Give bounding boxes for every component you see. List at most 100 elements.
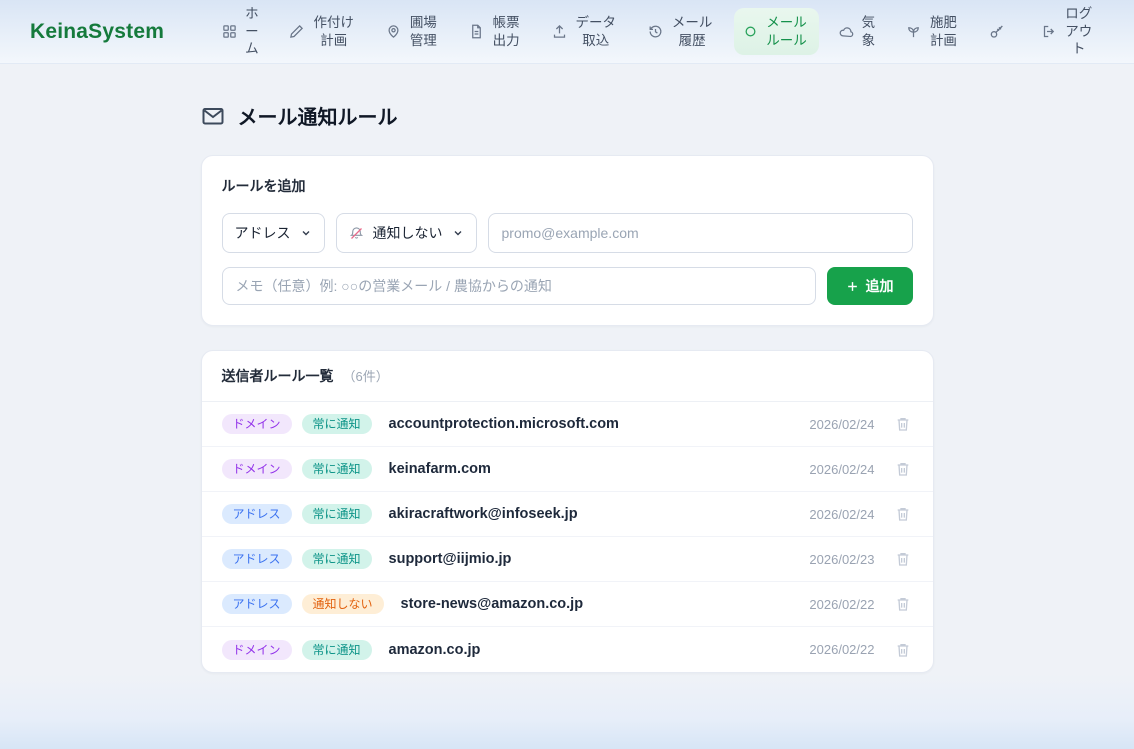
nav-item-label: 施肥計画 <box>928 14 959 49</box>
rule-action-badge: 通知しない <box>302 594 384 614</box>
nav-item-mail-rules[interactable]: メールルール <box>734 8 819 55</box>
rule-action-badge: 常に通知 <box>302 549 372 569</box>
nav-item-report-output[interactable]: 帳票出力 <box>459 8 532 55</box>
rule-row: ドメイン 常に通知 accountprotection.microsoft.co… <box>202 402 933 447</box>
dashboard-icon <box>222 24 237 39</box>
nav-item-weather[interactable]: 気象 <box>829 8 887 55</box>
page-title-text: メール通知ルール <box>238 101 398 130</box>
nav-item-label: 作付け計画 <box>311 14 356 49</box>
trash-icon <box>895 551 911 567</box>
rule-date: 2026/02/23 <box>809 552 874 567</box>
page-title: メール通知ルール <box>201 101 934 130</box>
main-content: メール通知ルール ルールを追加 アドレス 通知しない <box>201 101 934 673</box>
rule-row: ドメイン 常に通知 amazon.co.jp 2026/02/22 <box>202 627 933 672</box>
bell-muted-icon <box>349 226 364 241</box>
rule-row: アドレス 常に通知 akiracraftwork@infoseek.jp 202… <box>202 492 933 537</box>
map-pin-icon <box>386 24 401 39</box>
nav-item-home[interactable]: ホーム <box>212 0 270 64</box>
rule-type-value: アドレス <box>235 223 291 243</box>
rule-action-badge: 常に通知 <box>302 414 372 434</box>
rule-pattern: support@iijmio.jp <box>389 551 800 567</box>
rules-list-count: （6件） <box>343 366 389 385</box>
rule-type-badge: アドレス <box>222 549 292 569</box>
chevron-down-icon <box>452 227 464 239</box>
rule-date: 2026/02/24 <box>809 462 874 477</box>
rule-action-badge: 常に通知 <box>302 640 372 660</box>
rule-type-select[interactable]: アドレス <box>222 213 325 253</box>
delete-rule-button[interactable] <box>893 414 913 434</box>
rule-action-select[interactable]: 通知しない <box>336 213 477 253</box>
rule-type-badge: アドレス <box>222 504 292 524</box>
trash-icon <box>895 642 911 658</box>
nav-item-planting-plan[interactable]: 作付け計画 <box>279 8 366 55</box>
top-navigation: KeinaSystem ホーム 作付け計画 圃場管理 帳票出力 <box>0 0 1134 64</box>
rule-row: アドレス 通知しない store-news@amazon.co.jp 2026/… <box>202 582 933 627</box>
pencil-icon <box>289 24 304 39</box>
nav-item-password-key[interactable] <box>979 18 1022 46</box>
rule-action-value: 通知しない <box>373 223 443 243</box>
email-pattern-input[interactable] <box>488 213 913 253</box>
nav-item-field-management[interactable]: 圃場管理 <box>376 8 449 55</box>
plus-icon <box>846 280 859 293</box>
rule-date: 2026/02/24 <box>809 417 874 432</box>
key-icon <box>989 24 1005 40</box>
nav-item-label: 帳票出力 <box>491 14 522 49</box>
rules-list-body: ドメイン 常に通知 accountprotection.microsoft.co… <box>202 402 933 672</box>
sprout-icon <box>906 24 921 39</box>
rule-date: 2026/02/22 <box>809 642 874 657</box>
add-rule-row-2: 追加 <box>222 267 913 305</box>
add-rule-button[interactable]: 追加 <box>827 267 913 305</box>
rule-action-badge: 常に通知 <box>302 459 372 479</box>
rule-pattern: amazon.co.jp <box>389 642 800 658</box>
rule-pattern: keinafarm.com <box>389 461 800 477</box>
brand-logo[interactable]: KeinaSystem <box>30 20 164 44</box>
delete-rule-button[interactable] <box>893 594 913 614</box>
nav-item-logout[interactable]: ログアウト <box>1032 0 1104 64</box>
nav-item-data-import[interactable]: データ取込 <box>542 8 629 55</box>
rule-type-badge: ドメイン <box>222 414 292 434</box>
nav-item-label: ホーム <box>244 5 260 58</box>
delete-rule-button[interactable] <box>893 640 913 660</box>
rules-list-title: 送信者ルール一覧 <box>222 366 334 386</box>
history-icon <box>648 24 663 39</box>
rule-date: 2026/02/24 <box>809 507 874 522</box>
trash-icon <box>895 596 911 612</box>
rule-pattern: akiracraftwork@infoseek.jp <box>389 506 800 522</box>
logout-icon <box>1042 24 1057 39</box>
rule-action-badge: 常に通知 <box>302 504 372 524</box>
nav-item-label: ログアウト <box>1064 5 1094 58</box>
rule-type-badge: ドメイン <box>222 640 292 660</box>
memo-input[interactable] <box>222 267 816 305</box>
trash-icon <box>895 416 911 432</box>
add-rule-card: ルールを追加 アドレス 通知しない <box>201 155 934 326</box>
rules-list-header: 送信者ルール一覧 （6件） <box>202 351 933 402</box>
delete-rule-button[interactable] <box>893 549 913 569</box>
rule-type-badge: ドメイン <box>222 459 292 479</box>
trash-icon <box>895 461 911 477</box>
document-icon <box>469 24 484 39</box>
trash-icon <box>895 506 911 522</box>
envelope-icon <box>201 104 225 128</box>
rule-row: ドメイン 常に通知 keinafarm.com 2026/02/24 <box>202 447 933 492</box>
rule-circle-icon <box>744 25 757 38</box>
rule-pattern: store-news@amazon.co.jp <box>401 596 800 612</box>
cloud-icon <box>839 24 854 39</box>
nav-item-label: メール履歴 <box>670 14 715 49</box>
add-rule-title: ルールを追加 <box>222 176 913 196</box>
nav-items: ホーム 作付け計画 圃場管理 帳票出力 データ取込 <box>212 0 1104 64</box>
nav-item-fertilizer-plan[interactable]: 施肥計画 <box>896 8 969 55</box>
rule-pattern: accountprotection.microsoft.com <box>389 416 800 432</box>
add-button-label: 追加 <box>866 276 894 296</box>
rule-type-badge: アドレス <box>222 594 292 614</box>
delete-rule-button[interactable] <box>893 504 913 524</box>
nav-item-mail-history[interactable]: メール履歴 <box>638 8 725 55</box>
rule-row: アドレス 常に通知 support@iijmio.jp 2026/02/23 <box>202 537 933 582</box>
rules-list-card: 送信者ルール一覧 （6件） ドメイン 常に通知 accountprotectio… <box>201 350 934 673</box>
nav-item-label: データ取込 <box>574 14 619 49</box>
rule-date: 2026/02/22 <box>809 597 874 612</box>
add-rule-row-1: アドレス 通知しない <box>222 213 913 253</box>
chevron-down-icon <box>300 227 312 239</box>
delete-rule-button[interactable] <box>893 459 913 479</box>
nav-item-label: 気象 <box>861 14 877 49</box>
upload-icon <box>552 24 567 39</box>
